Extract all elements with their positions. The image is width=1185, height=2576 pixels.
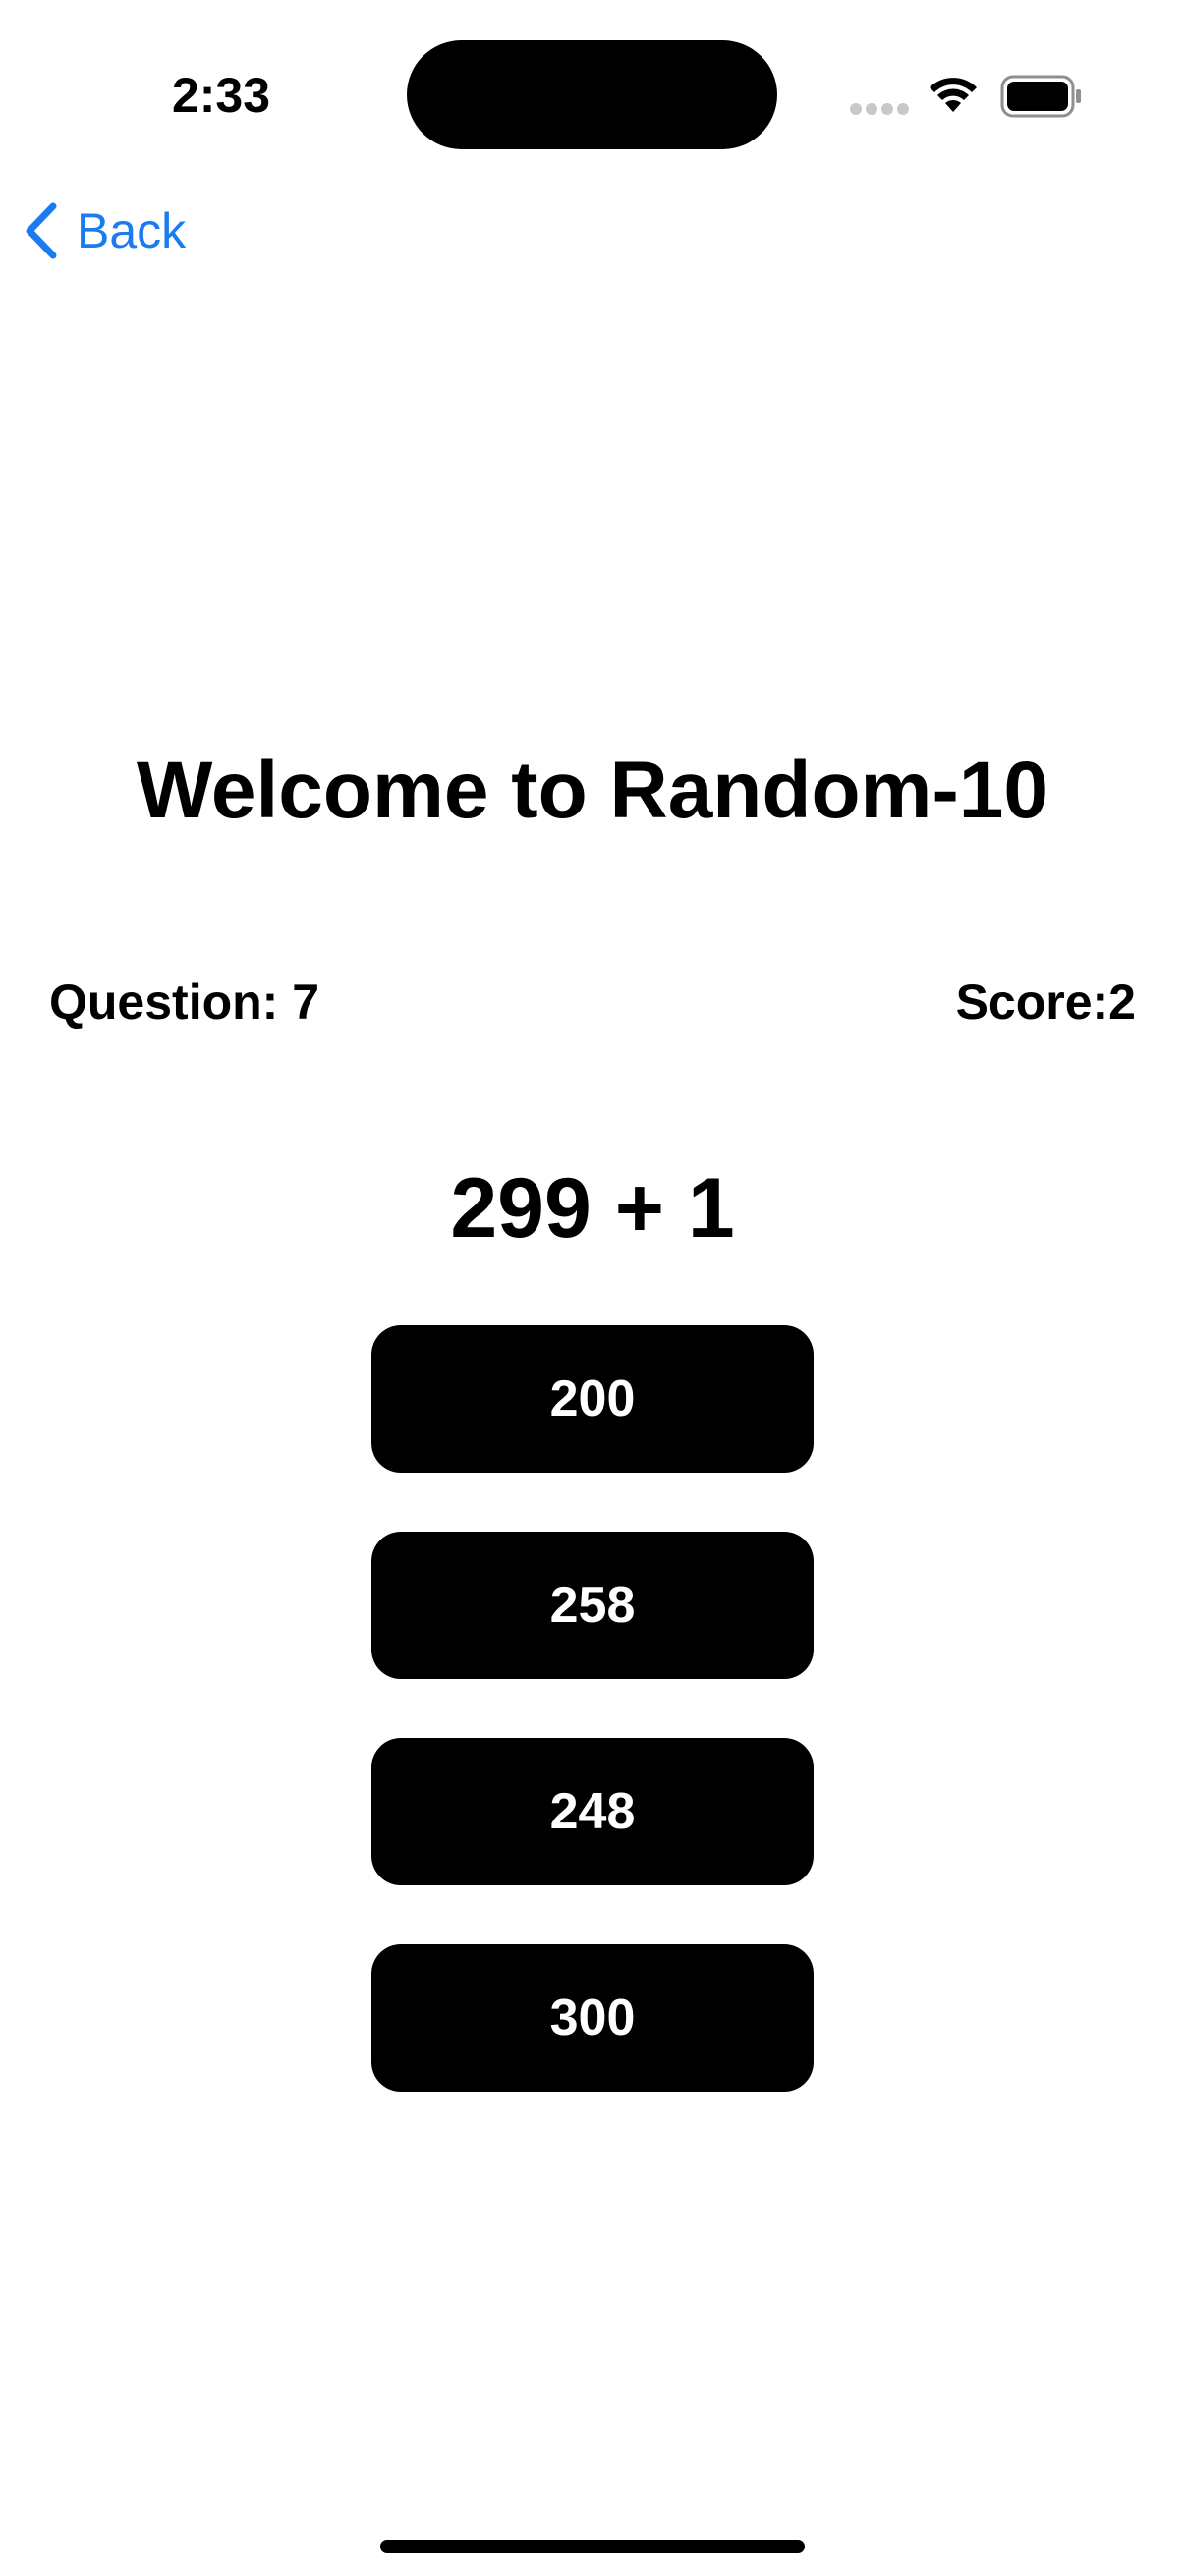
home-indicator[interactable]: [380, 2540, 805, 2553]
battery-icon: [1000, 75, 1081, 118]
answer-button-2[interactable]: 258: [371, 1532, 814, 1679]
status-time: 2:33: [171, 68, 271, 123]
answer-button-1[interactable]: 200: [371, 1325, 814, 1473]
dynamic-island: [407, 40, 777, 149]
screen: 2:33 Back Welcome to Random-10 Question:…: [0, 0, 1185, 2576]
score-counter: Score:2: [955, 975, 1136, 1030]
answer-button-4[interactable]: 300: [371, 1944, 814, 2092]
answer-list: 200 258 248 300: [371, 1325, 814, 2151]
back-button[interactable]: Back: [22, 196, 186, 265]
page-title: Welcome to Random-10: [137, 746, 1048, 835]
math-problem: 299 + 1: [450, 1161, 735, 1256]
question-counter: Question: 7: [49, 975, 320, 1030]
wifi-icon: [930, 78, 977, 112]
back-label: Back: [77, 203, 187, 258]
chevron-left-icon: [26, 202, 57, 259]
answer-button-3[interactable]: 248: [371, 1738, 814, 1885]
signal-dots-icon: [850, 103, 909, 115]
